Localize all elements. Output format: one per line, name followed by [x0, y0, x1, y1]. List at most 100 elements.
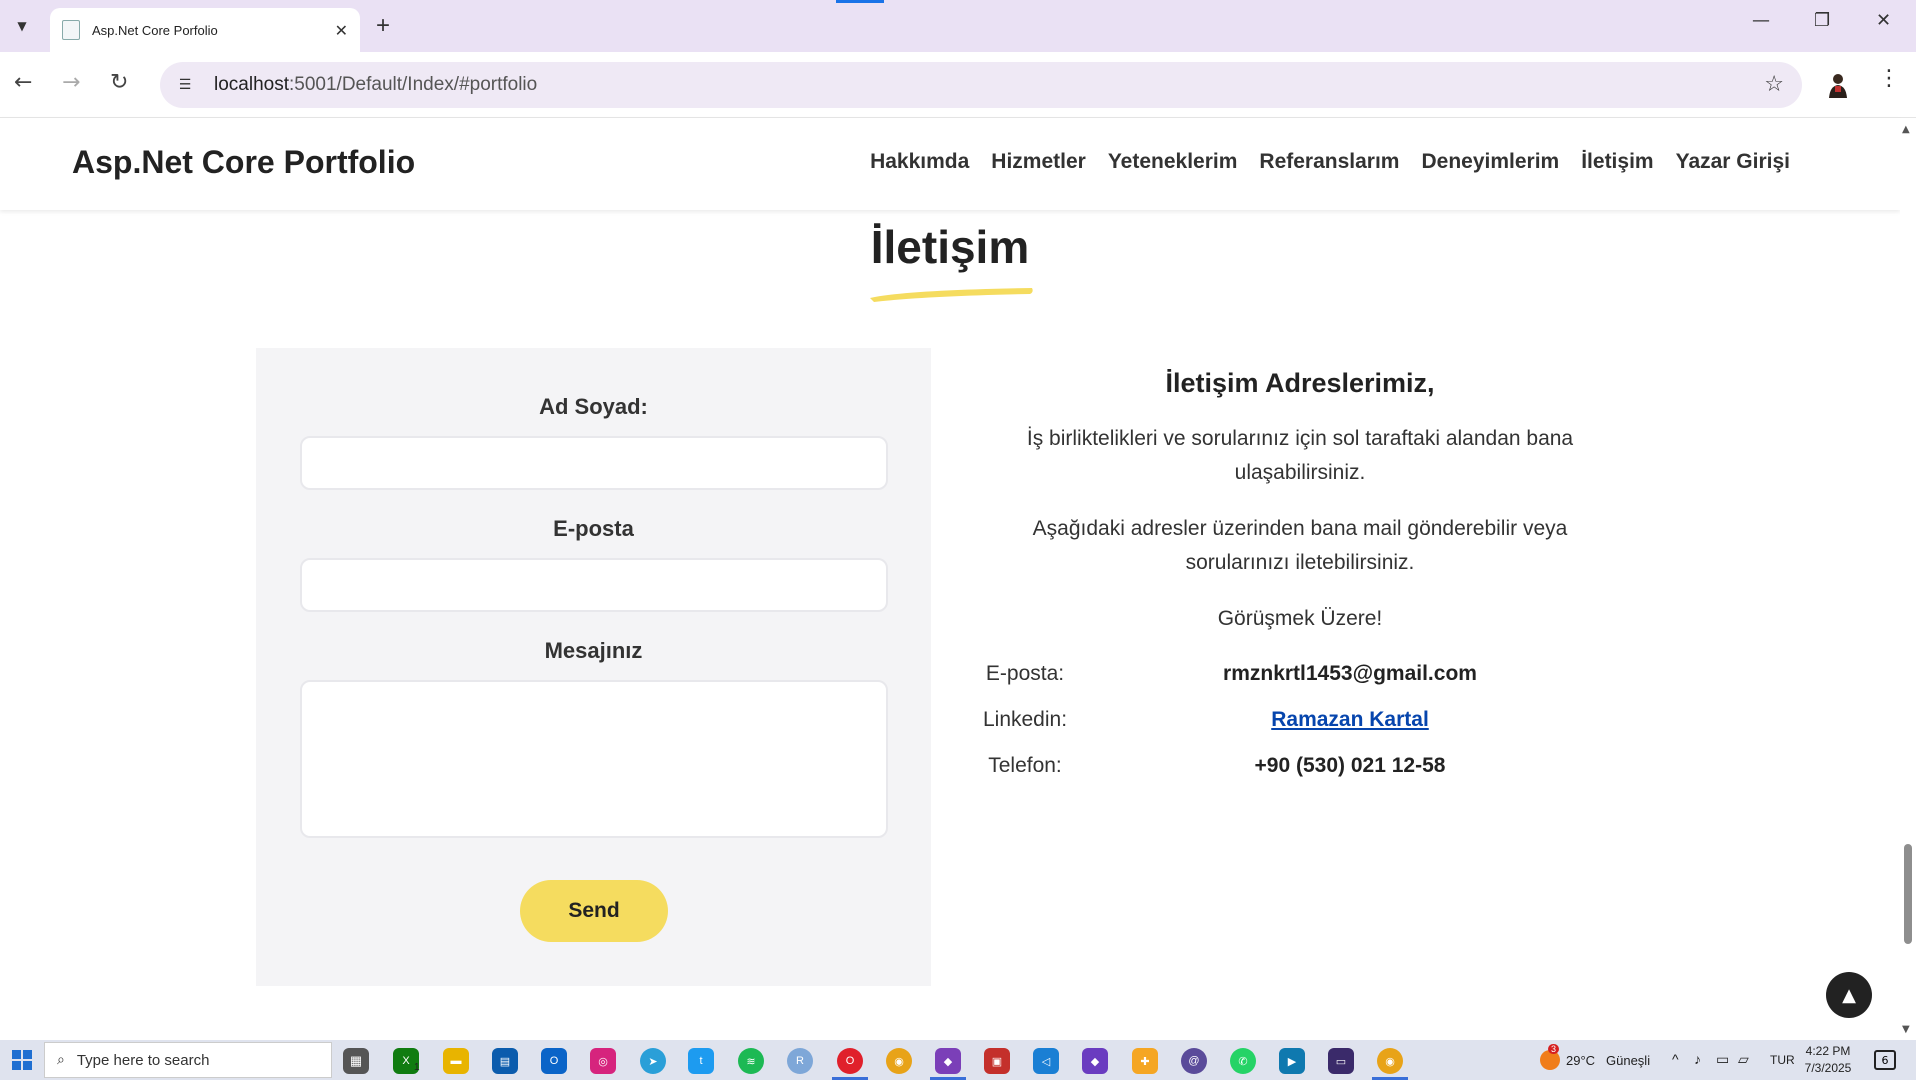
forward-icon[interactable]: →: [62, 70, 80, 95]
site-brand[interactable]: Asp.Net Core Portfolio: [72, 144, 415, 181]
title-underline-decoration: [870, 288, 1033, 302]
tab-search-dropdown-icon[interactable]: ▼: [10, 14, 34, 38]
battery-icon[interactable]: ▭: [1716, 1051, 1729, 1068]
prime-video-icon[interactable]: ▶: [1279, 1048, 1305, 1074]
nav-item-yeteneklerim[interactable]: Yeteneklerim: [1108, 150, 1238, 174]
tab-indicator: [836, 0, 884, 3]
instagram-icon[interactable]: ◎: [590, 1048, 616, 1074]
send-button[interactable]: Send: [520, 880, 668, 942]
scroll-up-icon[interactable]: ▲: [1902, 124, 1910, 135]
email-input[interactable]: [300, 558, 888, 612]
taskbar-search-box[interactable]: ⌕ Type here to search: [44, 1042, 332, 1078]
nav-item-referanslarim[interactable]: Referanslarım: [1259, 150, 1399, 174]
toolbox-icon[interactable]: ▣: [984, 1048, 1010, 1074]
email-info-value: rmznkrtl1453@gmail.com: [1223, 662, 1477, 685]
url-text[interactable]: localhost:5001/Default/Index/#portfolio: [214, 74, 537, 96]
page-scrollbar[interactable]: ▲ ▼: [1900, 118, 1916, 1040]
notification-count: 6: [1881, 1053, 1889, 1067]
visual-studio-alt-icon[interactable]: ◆: [1082, 1048, 1108, 1074]
clock-date: 7/3/2025: [1804, 1061, 1852, 1075]
nav-item-deneyimlerim[interactable]: Deneyimlerim: [1421, 150, 1559, 174]
network-icon[interactable]: ▱: [1738, 1051, 1749, 1068]
contact-row-email: E-posta: rmznkrtl1453@gmail.com: [970, 662, 1630, 692]
puzzle-app-icon[interactable]: ✚: [1132, 1048, 1158, 1074]
linkedin-link[interactable]: Ramazan Kartal: [1200, 708, 1500, 732]
spotify-icon[interactable]: ≋: [738, 1048, 764, 1074]
browser-menu-icon[interactable]: ⋮: [1878, 66, 1900, 91]
language-indicator[interactable]: TUR: [1770, 1053, 1795, 1067]
tray-chevron-up-icon[interactable]: ^: [1672, 1051, 1679, 1067]
opera-icon[interactable]: O: [837, 1048, 863, 1074]
site-header: Asp.Net Core Portfolio Hakkımda Hizmetle…: [0, 118, 1900, 210]
browser-tab[interactable]: Asp.Net Core Porfolio ✕: [50, 8, 360, 52]
scroll-down-icon[interactable]: ▼: [1902, 1024, 1910, 1035]
back-to-top-button[interactable]: ▲: [1826, 972, 1872, 1018]
outlook-icon[interactable]: O: [541, 1048, 567, 1074]
whatsapp-icon[interactable]: ✆: [1230, 1048, 1256, 1074]
weather-text[interactable]: Güneşli: [1606, 1053, 1650, 1068]
page-favicon-icon: [62, 20, 80, 40]
info-paragraph-1: İş birliktelikleri ve sorularınız için s…: [1026, 427, 1574, 484]
terminal-app-icon[interactable]: ▭: [1328, 1048, 1354, 1074]
tab-title: Asp.Net Core Porfolio: [92, 22, 218, 38]
swirl-app-icon[interactable]: @: [1181, 1048, 1207, 1074]
browser-tab-bar: ▼ Asp.Net Core Porfolio ✕ + — ❐ ✕: [0, 0, 1916, 52]
profile-avatar-icon[interactable]: [1826, 72, 1850, 98]
info-paragraph-2: Aşağıdaki adresler üzerinden bana mail g…: [1032, 517, 1568, 574]
browser-toolbar: ← → ↻ ☰ localhost:5001/Default/Index/#po…: [0, 52, 1916, 118]
task-view-icon[interactable]: ▦: [343, 1048, 369, 1074]
email-label: E-posta: [553, 516, 634, 541]
minimize-icon[interactable]: —: [1752, 10, 1770, 31]
bookmark-star-icon[interactable]: ☆: [1764, 72, 1784, 97]
windows-taskbar: ⌕ Type here to search ▦ X 1 ▬ ▤ O ◎ ➤ t …: [0, 1040, 1916, 1080]
name-label: Ad Soyad:: [539, 394, 648, 419]
weather-temp[interactable]: 29°C: [1566, 1053, 1595, 1068]
message-label: Mesajınız: [544, 638, 643, 663]
restore-icon[interactable]: ❐: [1814, 10, 1830, 31]
email-info-label: E-posta:: [985, 662, 1065, 685]
info-paragraph-3: Görüşmek Üzere!: [1217, 607, 1383, 630]
site-info-icon[interactable]: ☰: [174, 74, 196, 96]
message-textarea[interactable]: [300, 680, 888, 838]
info-title: İletişim Adreslerimiz,: [1165, 368, 1435, 398]
search-icon: ⌕: [57, 1052, 65, 1068]
close-window-icon[interactable]: ✕: [1876, 10, 1891, 31]
address-bar[interactable]: ☰ localhost:5001/Default/Index/#portfoli…: [160, 62, 1802, 108]
phone-value: +90 (530) 021 12-58: [1254, 754, 1446, 777]
chevron-up-icon: ▲: [1842, 984, 1856, 1006]
weather-badge: 3: [1548, 1044, 1560, 1054]
contact-row-phone: Telefon: +90 (530) 021 12-58: [970, 754, 1630, 784]
phone-label: Telefon:: [988, 754, 1062, 777]
windows-start-icon[interactable]: [12, 1050, 32, 1070]
twitter-icon[interactable]: t: [688, 1048, 714, 1074]
r-app-icon[interactable]: R: [787, 1048, 813, 1074]
nav-item-yazar-girisi[interactable]: Yazar Girişi: [1676, 150, 1790, 174]
reload-icon[interactable]: ↻: [110, 70, 128, 95]
site-nav: Hakkımda Hizmetler Yeteneklerim Referans…: [870, 150, 1790, 174]
visual-studio-icon[interactable]: ◆: [935, 1048, 961, 1074]
nav-item-hakkimda[interactable]: Hakkımda: [870, 150, 969, 174]
nav-item-iletisim[interactable]: İletişim: [1581, 150, 1653, 174]
back-icon[interactable]: ←: [14, 70, 32, 95]
telegram-icon[interactable]: ➤: [640, 1048, 666, 1074]
store-icon[interactable]: ▤: [492, 1048, 518, 1074]
nav-item-hizmetler[interactable]: Hizmetler: [991, 150, 1086, 174]
vscode-icon[interactable]: ◁: [1033, 1048, 1059, 1074]
linkedin-label: Linkedin:: [982, 708, 1068, 731]
clock-time: 4:22 PM: [1805, 1044, 1851, 1058]
scrollbar-thumb[interactable]: [1904, 844, 1912, 944]
xbox-badge: 1: [414, 1062, 420, 1073]
volume-icon[interactable]: ♪: [1694, 1051, 1701, 1067]
contact-row-linkedin: Linkedin: Ramazan Kartal: [970, 708, 1630, 738]
new-tab-icon[interactable]: +: [376, 12, 390, 40]
section-title: İletişim: [870, 221, 1030, 273]
chrome-icon[interactable]: ◉: [886, 1048, 912, 1074]
close-tab-icon[interactable]: ✕: [335, 21, 348, 40]
file-explorer-icon[interactable]: ▬: [443, 1048, 469, 1074]
name-input[interactable]: [300, 436, 888, 490]
contact-form: Ad Soyad: E-posta Mesajınız Send: [256, 348, 931, 986]
notifications-icon[interactable]: 6: [1874, 1050, 1896, 1070]
taskbar-search-placeholder: Type here to search: [76, 1051, 210, 1069]
taskbar-clock[interactable]: 4:22 PM 7/3/2025: [1800, 1043, 1856, 1077]
chrome-active-icon[interactable]: ◉: [1377, 1048, 1403, 1074]
